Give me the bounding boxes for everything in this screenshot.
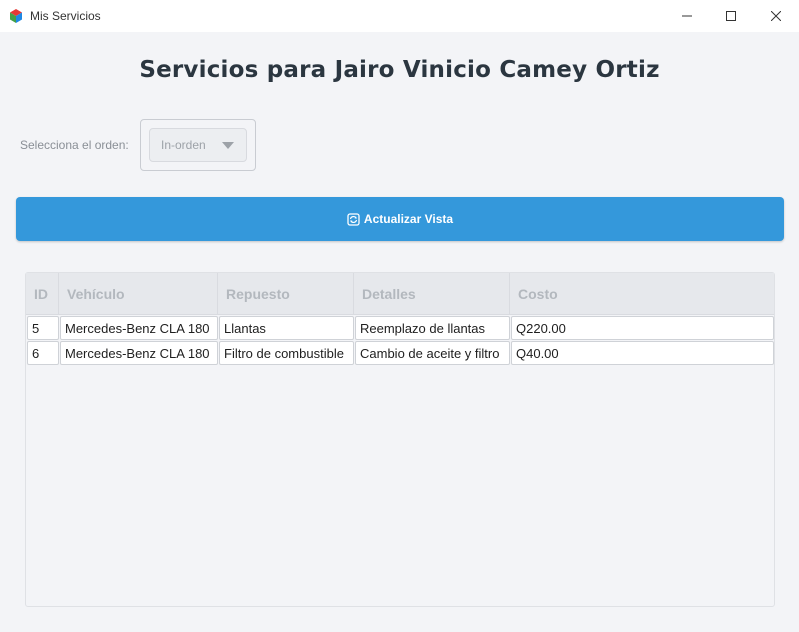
order-select-value: In-orden [161,138,206,152]
refresh-button-label: Actualizar Vista [363,212,454,226]
maximize-button[interactable] [708,0,754,32]
table-row[interactable]: 6 Mercedes-Benz CLA 180 Filtro de combus… [26,341,774,366]
order-label: Selecciona el orden: [20,138,129,152]
title-bar: Mis Servicios [0,0,799,32]
cell-vehiculo[interactable]: Mercedes-Benz CLA 180 [60,316,218,340]
window-title: Mis Servicios [30,9,101,23]
column-header-id[interactable]: ID [26,273,59,315]
chevron-down-icon[interactable] [222,142,234,149]
cell-detalles[interactable]: Reemplazo de llantas [355,316,510,340]
column-header-vehiculo[interactable]: Vehículo [59,273,218,315]
table-row[interactable]: 5 Mercedes-Benz CLA 180 Llantas Reemplaz… [26,316,774,341]
minimize-icon [682,15,692,17]
close-button[interactable] [753,0,799,32]
column-header-costo[interactable]: Costo [510,273,774,315]
close-icon [771,11,781,21]
refresh-icon [347,212,360,226]
table-header: ID Vehículo Repuesto Detalles Costo [26,273,774,315]
cell-costo[interactable]: Q40.00 [511,341,774,365]
app-cube-icon [10,9,22,23]
cell-repuesto[interactable]: Filtro de combustible [219,341,354,365]
cell-id[interactable]: 6 [27,341,59,365]
services-table[interactable]: ID Vehículo Repuesto Detalles Costo 5 Me… [25,272,775,607]
refresh-button[interactable]: Actualizar Vista [16,197,784,241]
cell-id[interactable]: 5 [27,316,59,340]
cell-costo[interactable]: Q220.00 [511,316,774,340]
page-title: Servicios para Jairo Vinicio Camey Ortiz [139,57,660,83]
cell-vehiculo[interactable]: Mercedes-Benz CLA 180 [60,341,218,365]
minimize-button[interactable] [664,0,710,32]
cell-repuesto[interactable]: Llantas [219,316,354,340]
cell-detalles[interactable]: Cambio de aceite y filtro [355,341,510,365]
maximize-icon [726,11,736,21]
column-header-repuesto[interactable]: Repuesto [218,273,354,315]
column-header-detalles[interactable]: Detalles [354,273,510,315]
